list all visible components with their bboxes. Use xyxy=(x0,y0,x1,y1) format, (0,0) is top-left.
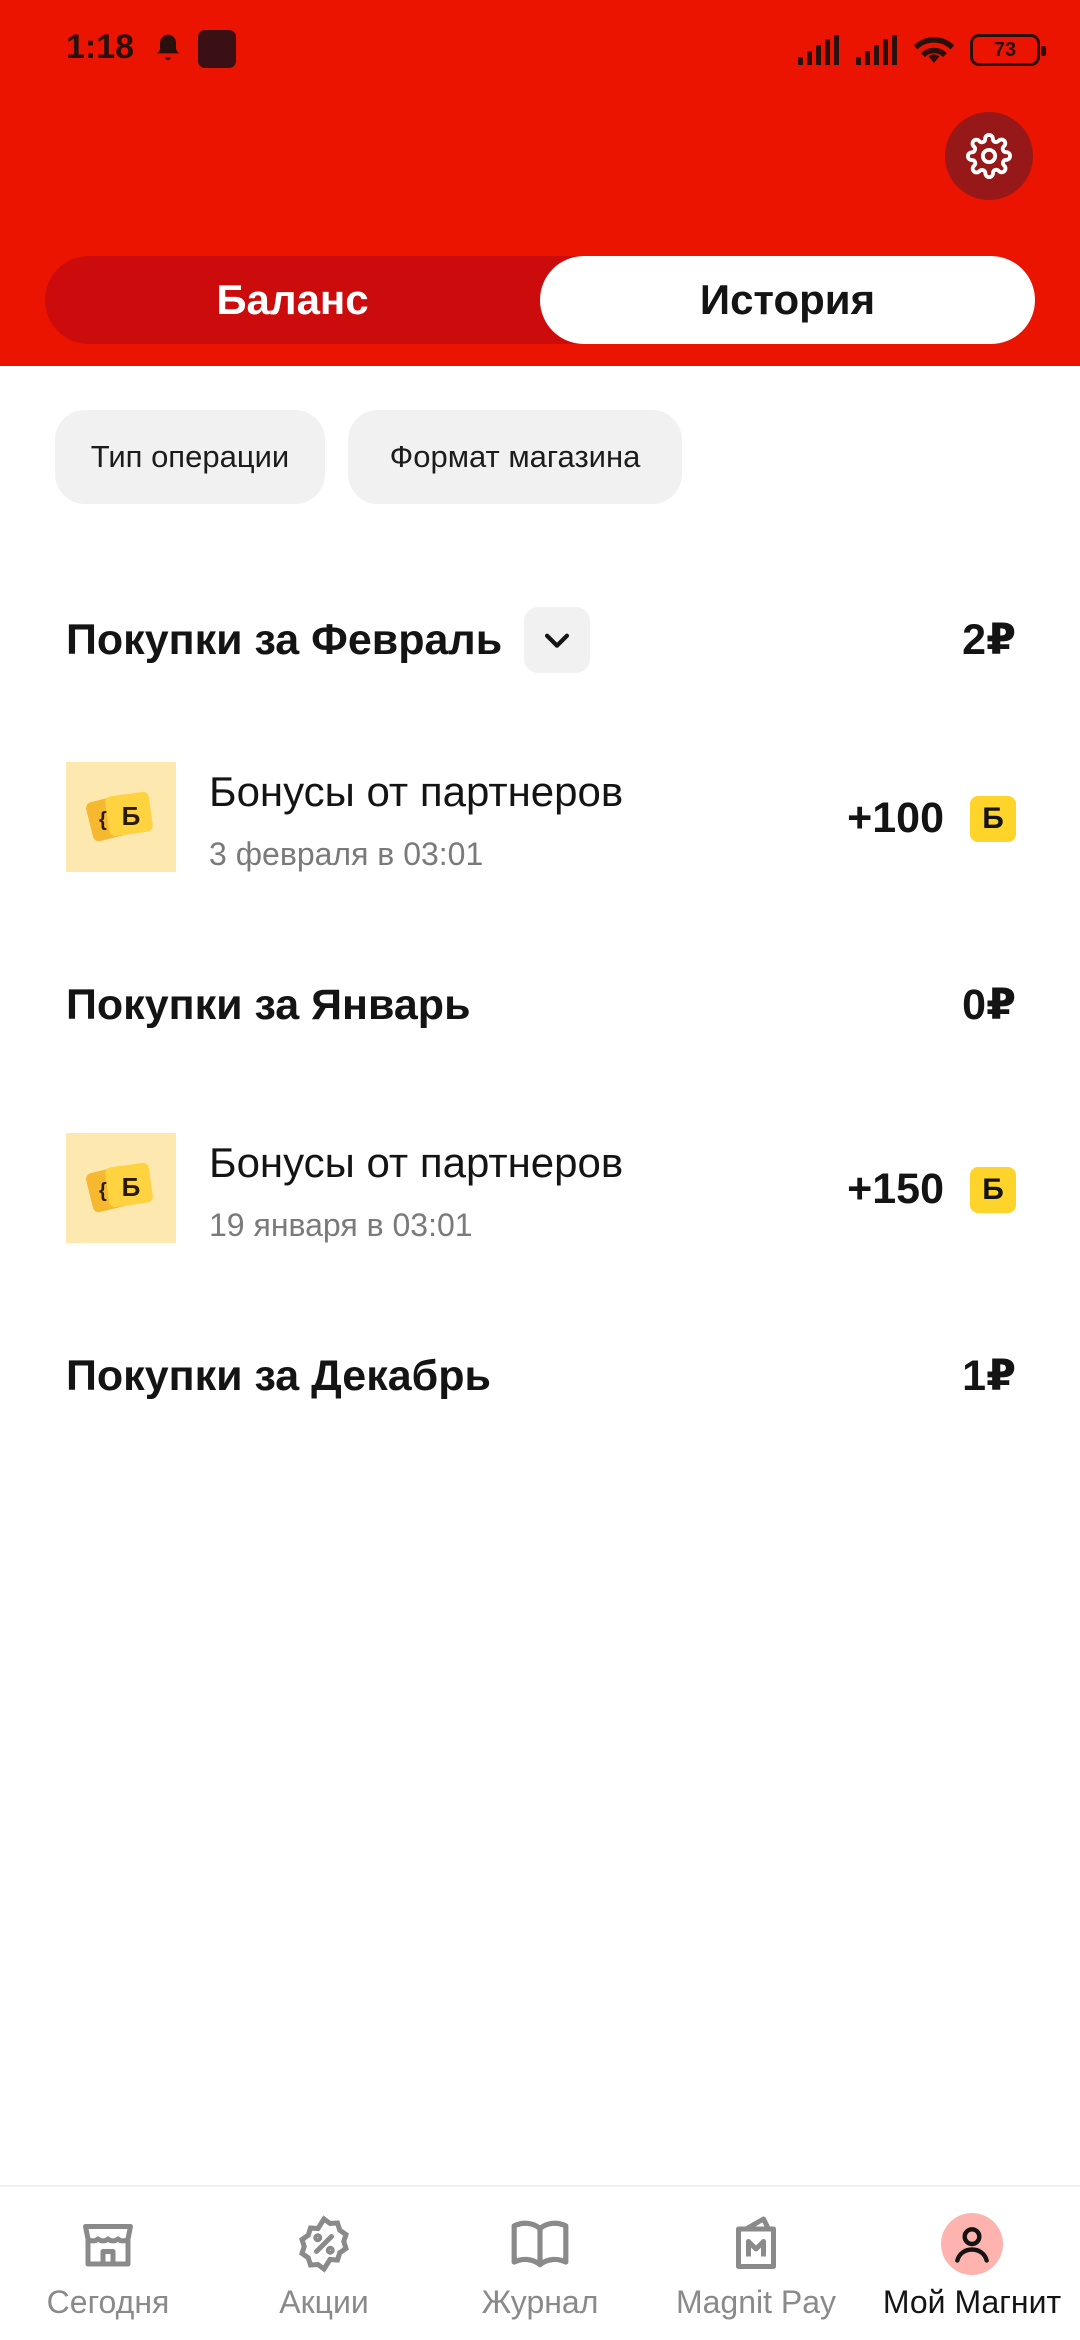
transaction-amount: +100 xyxy=(847,794,944,842)
transaction-row[interactable]: Б { Бонусы от партнеров 3 февраля в 03:0… xyxy=(66,762,1016,874)
signal-icon xyxy=(798,35,839,65)
discount-icon xyxy=(292,2212,356,2276)
section-amount: 1₽ xyxy=(962,1352,1016,1400)
header: 1:18 73 Баланс История xyxy=(0,0,1080,366)
bonus-badge-icon: Б xyxy=(970,796,1016,842)
chevron-down-icon xyxy=(545,633,570,648)
nav-label: Сегодня xyxy=(46,2284,170,2320)
status-time: 1:18 xyxy=(66,28,135,66)
signal-icon-2 xyxy=(856,35,897,65)
profile-icon xyxy=(940,2212,1004,2276)
transaction-row[interactable]: Б { Бонусы от партнеров 19 января в 03:0… xyxy=(66,1133,1016,1245)
settings-button[interactable] xyxy=(945,112,1033,200)
nav-item-my-magnit[interactable]: Мой Магнит xyxy=(864,2187,1080,2340)
nav-item-promotions[interactable]: Акции xyxy=(216,2187,432,2340)
balance-history-switch: Баланс История xyxy=(45,256,1035,344)
svg-text:{: { xyxy=(99,809,107,831)
status-bar: 1:18 73 xyxy=(0,0,1080,100)
nav-label: Акции xyxy=(279,2284,369,2320)
nav-label: Мой Магнит xyxy=(882,2284,1062,2320)
transaction-amount: +150 xyxy=(847,1165,944,1213)
section-header-february: Покупки за Февраль 2₽ xyxy=(66,605,1016,675)
app-notification-icon xyxy=(198,30,236,68)
tab-history[interactable]: История xyxy=(540,256,1035,344)
nav-item-today[interactable]: Сегодня xyxy=(0,2187,216,2340)
bonus-cards-icon: Б { xyxy=(66,1133,176,1243)
nav-item-magnit-pay[interactable]: Magnit Pay xyxy=(648,2187,864,2340)
svg-text:{: { xyxy=(99,1180,107,1202)
wallet-icon xyxy=(724,2212,788,2276)
section-title: Покупки за Январь xyxy=(66,980,471,1029)
section-title: Покупки за Декабрь xyxy=(66,1351,491,1400)
bell-icon xyxy=(157,34,179,60)
filter-operation-type[interactable]: Тип операции xyxy=(55,410,325,504)
section-title: Покупки за Февраль xyxy=(66,615,503,664)
nav-item-journal[interactable]: Журнал xyxy=(432,2187,648,2340)
battery-level: 73 xyxy=(993,38,1017,61)
store-icon xyxy=(76,2212,140,2276)
wifi-icon xyxy=(913,37,955,63)
nav-label: Журнал xyxy=(481,2284,599,2320)
nav-label: Magnit Pay xyxy=(675,2284,837,2320)
transaction-title: Бонусы от партнеров xyxy=(209,1139,624,1186)
collapse-toggle-button[interactable] xyxy=(524,607,591,673)
battery-indicator: 73 xyxy=(970,34,1046,66)
transaction-date: 19 января в 03:01 xyxy=(209,1207,473,1243)
transaction-title: Бонусы от партнеров xyxy=(209,768,624,815)
section-amount: 0₽ xyxy=(962,981,1016,1029)
gear-icon xyxy=(966,133,1012,179)
status-icons: 73 xyxy=(796,30,1046,70)
transaction-date: 3 февраля в 03:01 xyxy=(209,836,484,872)
tab-balance[interactable]: Баланс xyxy=(45,256,540,344)
section-amount: 2₽ xyxy=(962,616,1016,664)
bonus-cards-icon: Б { xyxy=(66,762,176,872)
bonus-badge-icon: Б xyxy=(970,1167,1016,1213)
section-header-january: Покупки за Январь 0₽ xyxy=(66,970,1016,1040)
svg-text:Б: Б xyxy=(122,801,141,831)
svg-text:Б: Б xyxy=(122,1172,141,1202)
section-header-december: Покупки за Декабрь 1₽ xyxy=(66,1341,1016,1411)
filter-store-format[interactable]: Формат магазина xyxy=(348,410,682,504)
book-icon xyxy=(508,2212,572,2276)
bottom-navigation: Сегодня Акции Журнал Magnit Pay Мой Магн… xyxy=(0,2185,1080,2340)
